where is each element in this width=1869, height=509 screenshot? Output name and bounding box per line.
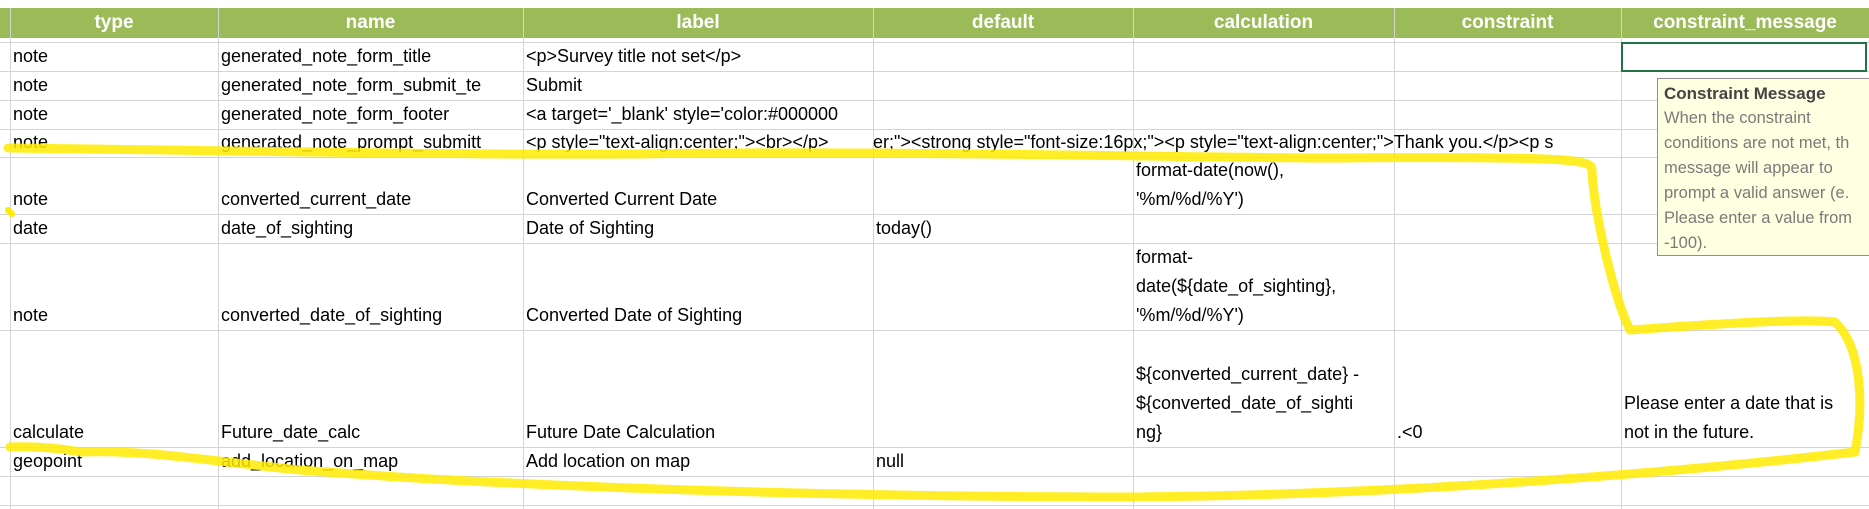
cell-label[interactable]: <a target='_blank' style='color:#000000 <box>523 100 873 129</box>
cell-type[interactable]: note <box>10 100 218 129</box>
cell-type[interactable]: note <box>10 301 218 330</box>
cell-calculation[interactable]: format-date(${date_of_sighting}, '%m/%d/%… <box>1133 243 1394 330</box>
tooltip-line: When the constraint <box>1664 109 1811 127</box>
cell-constraint[interactable]: .<0 <box>1394 418 1621 447</box>
cell-label[interactable]: Converted Current Date <box>523 185 873 214</box>
tooltip-line: conditions are not met, th <box>1664 134 1850 152</box>
cell-text-line: '%m/%d/%Y') <box>1136 305 1244 325</box>
cell-label[interactable]: <p>Survey title not set</p> <box>523 42 873 71</box>
cell-text-line: date(${date_of_sighting}, <box>1136 276 1337 296</box>
cell-label-overflow-text: er;"><strong style="font-size:16px;"><p … <box>873 132 1554 152</box>
grid-line <box>0 243 1869 244</box>
cell-name[interactable]: date_of_sighting <box>218 214 523 243</box>
cell-name[interactable]: converted_current_date <box>218 185 523 214</box>
cell-text-line: format- <box>1136 247 1194 267</box>
tooltip-line: prompt a valid answer (e. <box>1664 184 1850 202</box>
cell-type[interactable]: note <box>10 42 218 71</box>
tooltip-line: -100). <box>1664 234 1708 252</box>
grid-line <box>0 505 1869 506</box>
column-header-label[interactable]: label <box>523 8 873 38</box>
column-header-default[interactable]: default <box>873 8 1133 38</box>
tooltip-line: Please enter a value from <box>1664 209 1853 227</box>
cell-label[interactable]: Submit <box>523 71 873 100</box>
cell-label[interactable]: Converted Date of Sighting <box>523 301 873 330</box>
cell-text-line: Please enter a date that is <box>1624 393 1834 413</box>
grid-line <box>0 330 1869 331</box>
cell-text-line: ${converted_current_date} - <box>1136 364 1360 384</box>
grid-line <box>873 8 874 509</box>
cell-name[interactable]: Future_date_calc <box>218 418 523 447</box>
cell-type[interactable]: note <box>10 71 218 100</box>
cell-name[interactable]: generated_note_form_title <box>218 42 523 71</box>
cell-type[interactable]: note <box>10 128 218 157</box>
cell-label[interactable]: Add location on map <box>523 447 873 476</box>
cell-label[interactable]: Date of Sighting <box>523 214 873 243</box>
grid-line <box>0 157 1869 158</box>
tooltip-title: Constraint Message <box>1664 84 1826 103</box>
cell-name[interactable]: generated_note_form_footer <box>218 100 523 129</box>
selected-cell[interactable] <box>1621 42 1867 72</box>
column-header-constraint-message[interactable]: constraint_message <box>1621 8 1869 38</box>
cell-name[interactable]: generated_note_prompt_submitt <box>218 128 523 157</box>
cell-name[interactable]: add_location_on_map <box>218 447 523 476</box>
cell-name[interactable]: generated_note_form_submit_te <box>218 71 523 100</box>
cell-calculation[interactable]: format-date(now(), '%m/%d/%Y') <box>1133 156 1394 214</box>
cell-text-line: format-date(now(), <box>1136 160 1285 180</box>
cell-name[interactable]: converted_date_of_sighting <box>218 301 523 330</box>
column-header-type[interactable]: type <box>10 8 218 38</box>
cell-default[interactable]: today() <box>873 214 1133 243</box>
cell-text-line: '%m/%d/%Y') <box>1136 189 1244 209</box>
cell-constraint-message[interactable]: Please enter a date that is not in the fu… <box>1621 389 1869 447</box>
column-header-name[interactable]: name <box>218 8 523 38</box>
cell-calculation[interactable]: ${converted_current_date} - ${converted_d… <box>1133 360 1394 447</box>
cell-label[interactable]: <p style="text-align:center;"><br></p> <box>523 128 873 157</box>
cell-type[interactable]: note <box>10 185 218 214</box>
column-header-constraint[interactable]: constraint <box>1394 8 1621 38</box>
cell-type[interactable]: calculate <box>10 418 218 447</box>
cell-text-line: not in the future. <box>1624 422 1755 442</box>
constraint-message-tooltip: Constraint Message When the constraint c… <box>1657 78 1869 256</box>
spreadsheet-grid[interactable]: type name label default calculation constrain… <box>0 0 1869 509</box>
cell-text-line: ng} <box>1136 422 1163 442</box>
cell-label[interactable]: Future Date Calculation <box>523 418 873 447</box>
grid-line <box>0 476 1869 477</box>
cell-default[interactable]: null <box>873 447 1133 476</box>
tooltip-line: message will appear to <box>1664 159 1833 177</box>
cell-type[interactable]: geopoint <box>10 447 218 476</box>
cell-type[interactable]: date <box>10 214 218 243</box>
column-header-calculation[interactable]: calculation <box>1133 8 1394 38</box>
cell-text-line: ${converted_date_of_sighti <box>1136 393 1354 413</box>
